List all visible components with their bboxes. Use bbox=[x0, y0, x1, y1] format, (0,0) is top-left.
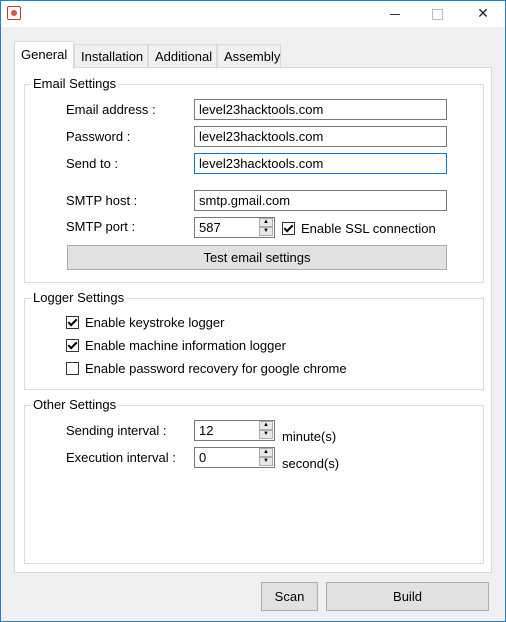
email-address-input[interactable] bbox=[194, 99, 447, 120]
machine-info-checkbox[interactable] bbox=[66, 339, 79, 352]
tab-general[interactable]: General bbox=[14, 41, 74, 69]
other-settings-group: Other Settings Sending interval : ▲ ▼ mi… bbox=[24, 397, 484, 564]
other-settings-title: Other Settings bbox=[31, 397, 119, 412]
smtp-port-label: SMTP port : bbox=[66, 219, 136, 234]
build-button[interactable]: Build bbox=[326, 582, 489, 611]
logger-settings-title: Logger Settings bbox=[31, 290, 127, 305]
smtp-host-input[interactable] bbox=[194, 190, 447, 211]
test-email-button[interactable]: Test email settings bbox=[67, 245, 447, 270]
spin-up-icon[interactable]: ▲ bbox=[259, 218, 273, 227]
send-to-input[interactable] bbox=[194, 153, 447, 174]
email-settings-title: Email Settings bbox=[31, 76, 119, 91]
chrome-recovery-label: Enable password recovery for google chro… bbox=[85, 361, 347, 376]
spin-up-icon[interactable]: ▲ bbox=[259, 421, 273, 430]
keystroke-label: Enable keystroke logger bbox=[85, 315, 225, 330]
sending-interval-unit: minute(s) bbox=[282, 429, 337, 444]
scan-button[interactable]: Scan bbox=[261, 582, 318, 611]
main-window: ✕ General Installation Additional Assemb… bbox=[0, 0, 506, 622]
sending-interval-label: Sending interval : bbox=[66, 423, 167, 438]
spin-down-icon[interactable]: ▼ bbox=[259, 430, 273, 439]
send-to-label: Send to : bbox=[66, 156, 119, 171]
password-input[interactable] bbox=[194, 126, 447, 147]
app-icon bbox=[7, 6, 21, 20]
execution-interval-unit: second(s) bbox=[282, 456, 340, 471]
spin-up-icon[interactable]: ▲ bbox=[259, 448, 273, 457]
spin-down-icon[interactable]: ▼ bbox=[259, 227, 273, 236]
sending-interval-spinner[interactable]: ▲ ▼ bbox=[259, 421, 275, 440]
tab-installation[interactable]: Installation bbox=[74, 44, 148, 68]
execution-interval-spinner[interactable]: ▲ ▼ bbox=[259, 448, 275, 467]
execution-interval-label: Execution interval : bbox=[66, 450, 176, 465]
tab-additional[interactable]: Additional bbox=[148, 44, 217, 68]
spin-down-icon[interactable]: ▼ bbox=[259, 457, 273, 466]
title-bar: ✕ bbox=[1, 1, 505, 27]
ssl-label: Enable SSL connection bbox=[301, 221, 436, 236]
smtp-port-spinner[interactable]: ▲ ▼ bbox=[259, 218, 275, 237]
keystroke-checkbox[interactable] bbox=[66, 316, 79, 329]
password-label: Password : bbox=[66, 129, 131, 144]
chrome-recovery-checkbox[interactable] bbox=[66, 362, 79, 375]
general-tab-panel: Email Settings Email address : Password … bbox=[14, 67, 492, 573]
tab-assembly[interactable]: Assembly bbox=[217, 44, 281, 68]
machine-info-label: Enable machine information logger bbox=[85, 338, 286, 353]
email-settings-group: Email Settings Email address : Password … bbox=[24, 76, 484, 283]
maximize-button[interactable] bbox=[415, 1, 459, 27]
smtp-host-label: SMTP host : bbox=[66, 193, 138, 208]
logger-settings-group: Logger Settings Enable keystroke logger … bbox=[24, 290, 484, 390]
email-address-label: Email address : bbox=[66, 102, 156, 117]
minimize-button[interactable] bbox=[373, 1, 417, 27]
ssl-checkbox[interactable] bbox=[282, 222, 295, 235]
close-button[interactable]: ✕ bbox=[461, 1, 505, 27]
